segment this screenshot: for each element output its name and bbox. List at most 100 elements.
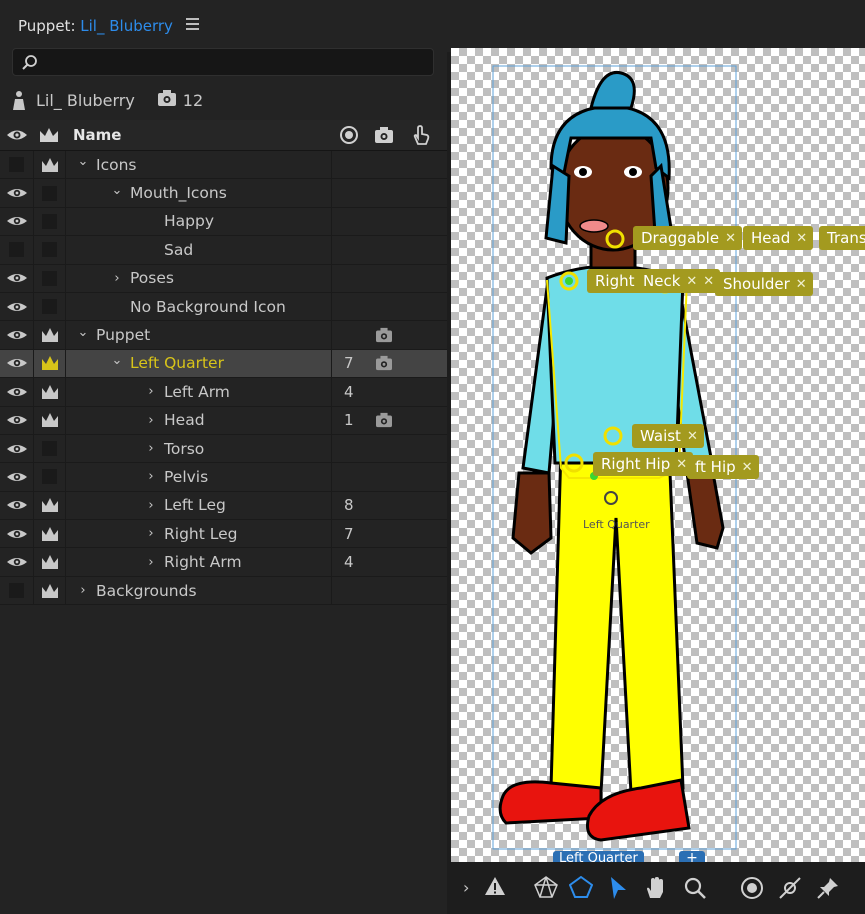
eye-off-toggle[interactable] <box>0 236 33 263</box>
crown-icon[interactable] <box>38 126 60 148</box>
head-tag[interactable]: Head ✕ <box>743 226 814 250</box>
crown-icon[interactable] <box>33 548 66 576</box>
layer-row[interactable]: ⌄ Left Quarter 7 <box>0 349 447 379</box>
chevron-down-icon[interactable]: ⌄ <box>76 325 90 340</box>
crown-icon[interactable] <box>33 406 66 434</box>
eye-icon[interactable] <box>0 265 33 292</box>
zoom-icon[interactable] <box>683 876 707 900</box>
eye-icon[interactable] <box>0 321 33 348</box>
layer-count <box>344 208 370 235</box>
warning-icon[interactable] <box>484 876 506 896</box>
crown-icon[interactable] <box>33 349 66 378</box>
layer-row[interactable]: › Backgrounds <box>0 576 447 606</box>
crown-off-toggle[interactable] <box>33 236 66 264</box>
eye-off-toggle[interactable] <box>0 577 33 604</box>
layer-row[interactable]: No Background Icon <box>0 292 447 322</box>
crown-off-toggle[interactable] <box>33 434 66 463</box>
eye-icon[interactable] <box>0 179 33 206</box>
hand-touch-icon[interactable] <box>410 124 432 150</box>
neck-tag[interactable]: Neck ✕ ✕ <box>635 269 721 293</box>
close-icon[interactable]: ✕ <box>703 274 714 289</box>
layer-name-cell: › Head <box>66 406 332 434</box>
eye-icon[interactable] <box>0 520 33 547</box>
layer-row[interactable]: › Left Leg 8 <box>0 491 447 521</box>
close-icon[interactable]: ✕ <box>725 231 736 246</box>
waist-tag[interactable]: Waist ✕ <box>632 424 704 448</box>
layer-row[interactable]: Happy <box>0 207 447 237</box>
eye-icon[interactable] <box>0 463 33 490</box>
eye-icon[interactable] <box>0 378 33 405</box>
layer-row[interactable]: › Poses <box>0 264 447 293</box>
chevron-right-icon[interactable]: › <box>144 384 158 399</box>
hand-tool-icon[interactable] <box>644 876 668 900</box>
crown-off-toggle[interactable] <box>33 264 66 292</box>
name-column-header[interactable]: Name <box>73 126 121 144</box>
chevron-down-icon[interactable]: ⌄ <box>110 183 124 198</box>
shoulder-tag[interactable]: Shoulder ✕ <box>715 272 813 296</box>
panel-puppet-name[interactable]: Lil_ Bluberry <box>80 17 173 35</box>
crown-off-toggle[interactable] <box>33 463 66 491</box>
layer-row[interactable]: Sad <box>0 236 447 265</box>
right-hip-tag[interactable]: Right Hip ✕ <box>593 452 694 476</box>
crown-icon[interactable] <box>33 491 66 520</box>
chevron-down-icon[interactable]: ⌄ <box>76 154 90 169</box>
chevron-right-icon[interactable]: › <box>463 878 469 897</box>
layer-row[interactable]: ⌄ Icons <box>0 151 447 180</box>
chevron-right-icon[interactable]: › <box>110 271 124 286</box>
select-arrow-icon[interactable] <box>609 876 627 900</box>
record-target-icon[interactable] <box>339 125 359 149</box>
eye-icon[interactable] <box>0 548 33 575</box>
crown-off-toggle[interactable] <box>33 207 66 236</box>
chevron-right-icon[interactable]: › <box>144 555 158 570</box>
close-icon[interactable]: ✕ <box>676 457 687 472</box>
crown-icon[interactable] <box>33 321 66 349</box>
crown-icon[interactable] <box>33 576 66 605</box>
eye-icon[interactable] <box>6 126 28 148</box>
scene-canvas[interactable]: Left Quarter Draggable ✕ Head ✕ Trans Shou… <box>451 48 865 862</box>
crown-icon[interactable] <box>33 520 66 548</box>
transform-tag[interactable]: Trans <box>819 226 865 250</box>
right-tag[interactable]: Right <box>587 269 641 293</box>
left-hip-tag[interactable]: ft Hip ✕ <box>687 455 759 479</box>
camera-column-icon[interactable] <box>374 125 394 149</box>
mesh-tool-icon[interactable] <box>534 876 558 898</box>
layer-row[interactable]: › Head 1 <box>0 406 447 435</box>
crown-icon[interactable] <box>33 151 66 179</box>
pin-tool-icon[interactable] <box>816 876 840 900</box>
chevron-right-icon[interactable]: › <box>144 526 158 541</box>
crown-off-toggle[interactable] <box>33 179 66 207</box>
eye-icon[interactable] <box>0 407 33 434</box>
layer-row[interactable]: ⌄ Mouth_Icons <box>0 179 447 208</box>
close-icon[interactable]: ✕ <box>687 429 698 444</box>
chevron-right-icon[interactable]: › <box>76 583 90 598</box>
stick-tool-icon[interactable] <box>778 876 802 900</box>
crown-off-toggle[interactable] <box>33 292 66 321</box>
origin-tool-icon[interactable] <box>740 876 764 900</box>
layer-row[interactable]: › Torso <box>0 434 447 464</box>
layer-row[interactable]: › Right Leg 7 <box>0 520 447 549</box>
chevron-right-icon[interactable]: › <box>144 441 158 456</box>
layer-row[interactable]: › Right Arm 4 <box>0 548 447 577</box>
panel-menu-icon[interactable] <box>186 18 199 30</box>
eye-icon[interactable] <box>0 435 33 462</box>
polygon-tool-icon[interactable] <box>569 876 593 898</box>
chevron-right-icon[interactable]: › <box>144 498 158 513</box>
chevron-right-icon[interactable]: › <box>144 413 158 428</box>
crown-icon[interactable] <box>33 378 66 406</box>
close-icon[interactable]: ✕ <box>742 460 753 475</box>
chevron-down-icon[interactable]: ⌄ <box>110 353 124 368</box>
eye-icon[interactable] <box>0 492 33 519</box>
layer-row[interactable]: › Pelvis <box>0 463 447 492</box>
layer-row[interactable]: ⌄ Puppet <box>0 321 447 350</box>
eye-off-toggle[interactable] <box>0 151 33 178</box>
search-input[interactable] <box>12 48 434 76</box>
chevron-right-icon[interactable]: › <box>144 469 158 484</box>
close-icon[interactable]: ✕ <box>686 274 697 289</box>
eye-icon[interactable] <box>0 350 33 377</box>
layer-row[interactable]: › Left Arm 4 <box>0 378 447 407</box>
eye-icon[interactable] <box>0 293 33 320</box>
close-icon[interactable]: ✕ <box>796 231 807 246</box>
draggable-tag[interactable]: Draggable ✕ <box>633 226 742 250</box>
close-icon[interactable]: ✕ <box>796 277 807 292</box>
eye-icon[interactable] <box>0 208 33 235</box>
